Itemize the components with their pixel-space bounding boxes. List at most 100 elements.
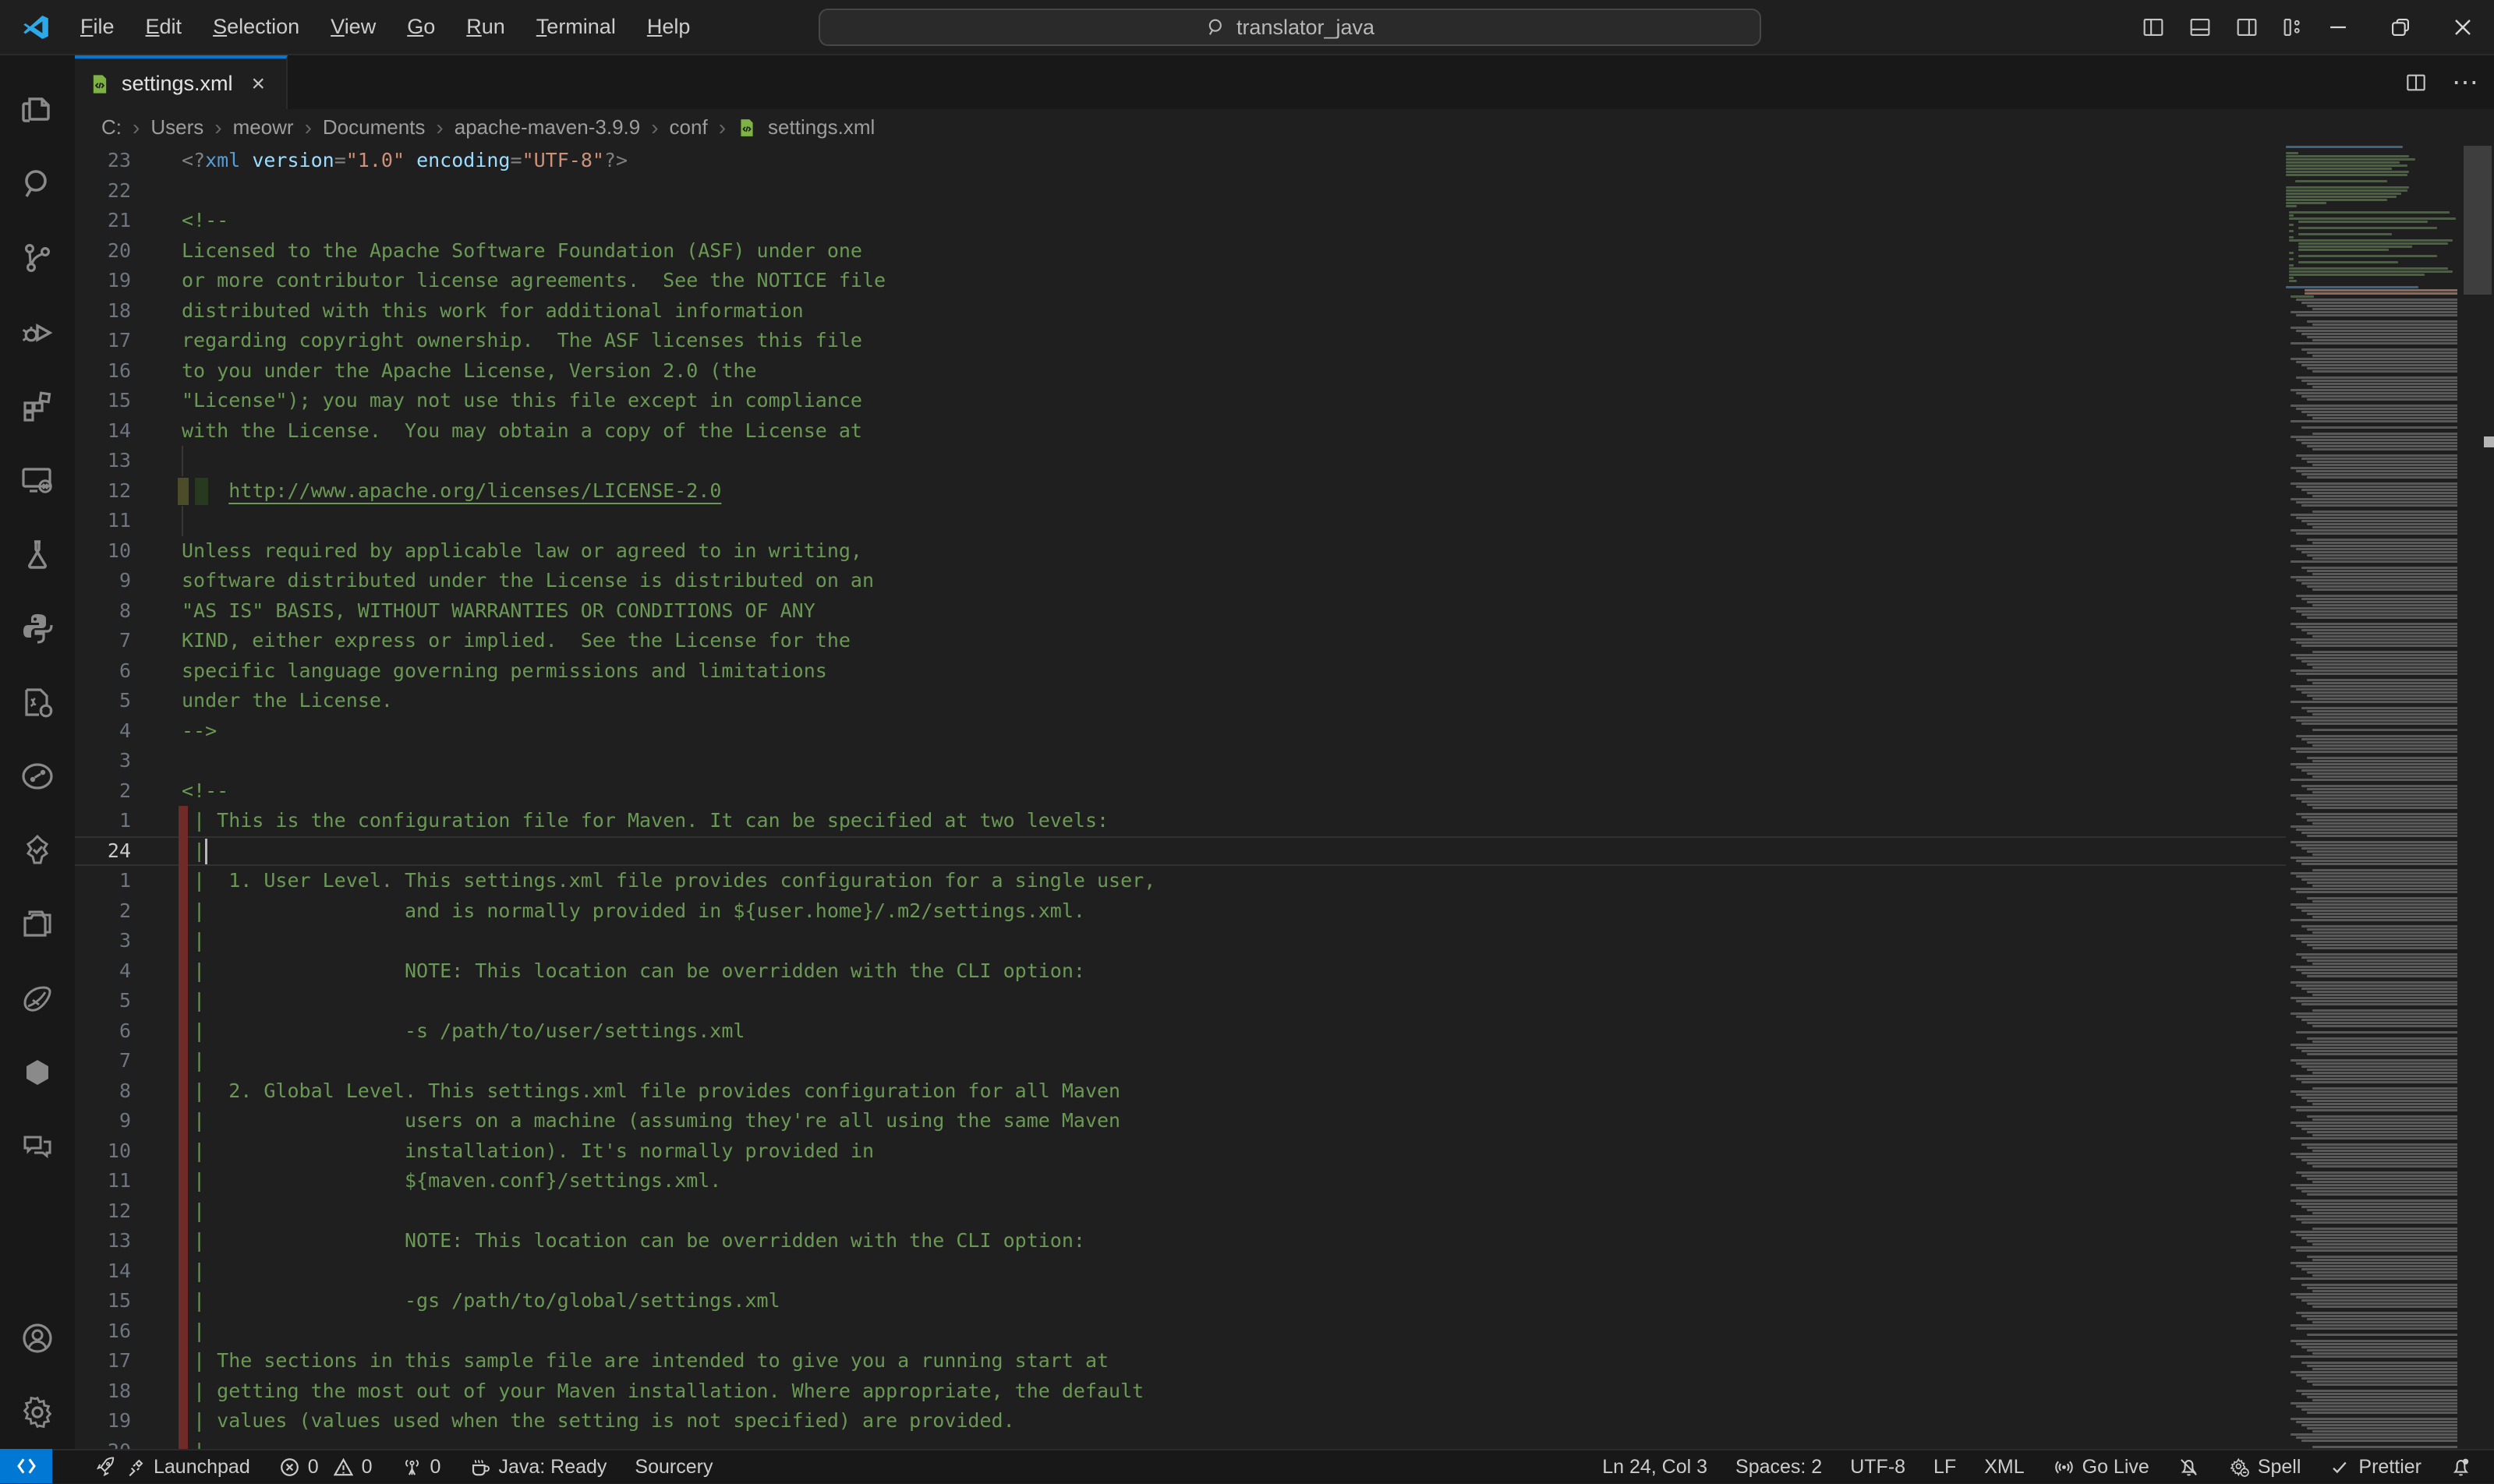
code-line[interactable]: 5 | — [75, 986, 2286, 1016]
code-line[interactable]: 4 | NOTE: This location can be overridde… — [75, 956, 2286, 987]
code-line[interactable]: 21<!-- — [75, 206, 2286, 236]
status-item-language-mode[interactable]: XML — [1970, 1450, 2038, 1484]
code-line[interactable]: 6specific language governing permissions… — [75, 656, 2286, 687]
code-line[interactable]: 6 | -s /path/to/user/settings.xml — [75, 1016, 2286, 1047]
activity-item-python[interactable] — [0, 591, 75, 665]
code-line[interactable]: 13 — [75, 446, 2286, 476]
code-line[interactable]: 3 | — [75, 926, 2286, 956]
scrollbar-thumb[interactable] — [2464, 146, 2492, 295]
activity-item-hexagon[interactable] — [0, 1035, 75, 1109]
code-line[interactable]: 2<!-- — [75, 776, 2286, 807]
code-line[interactable]: 7 | — [75, 1046, 2286, 1076]
editor-scrollbar[interactable] — [2457, 146, 2494, 1449]
activity-item-search[interactable] — [0, 147, 75, 221]
menu-go[interactable]: Go — [394, 9, 448, 45]
status-item-sourcery[interactable]: Sourcery — [621, 1450, 727, 1484]
code-line[interactable]: 12 http://www.apache.org/licenses/LICENS… — [75, 476, 2286, 507]
breadcrumb-file[interactable]: settings.xml — [768, 115, 875, 140]
menu-view[interactable]: View — [317, 9, 389, 45]
code-line[interactable]: 17regarding copyright ownership. The ASF… — [75, 326, 2286, 356]
activity-item-remote-explorer[interactable] — [0, 443, 75, 517]
command-center-search[interactable]: translator_java — [819, 9, 1761, 46]
status-item-encoding[interactable]: UTF-8 — [1836, 1450, 1919, 1484]
activity-item-run-debug[interactable] — [0, 295, 75, 369]
code-line-current[interactable]: 24 | — [75, 836, 2286, 867]
code-line[interactable]: 3 — [75, 746, 2286, 776]
activity-item-sourcery[interactable] — [0, 961, 75, 1035]
menu-edit[interactable]: Edit — [133, 9, 196, 45]
code-line[interactable]: 18distributed with this work for additio… — [75, 296, 2286, 327]
code-line[interactable]: 19or more contributor license agreements… — [75, 266, 2286, 296]
menu-terminal[interactable]: Terminal — [523, 9, 629, 45]
license-url-link[interactable]: http://www.apache.org/licenses/LICENSE-2… — [228, 479, 721, 502]
code-line[interactable]: 20Licensed to the Apache Software Founda… — [75, 236, 2286, 267]
remote-indicator[interactable] — [0, 1449, 52, 1483]
activity-item-account[interactable] — [0, 1301, 75, 1375]
code-line[interactable]: 10 | installation). It's normally provid… — [75, 1136, 2286, 1167]
status-item-prettier[interactable]: Prettier — [2315, 1450, 2436, 1484]
activity-item-live-share[interactable] — [0, 739, 75, 813]
code-line[interactable]: 1 | This is the configuration file for M… — [75, 806, 2286, 836]
code-line[interactable]: 9 | users on a machine (assuming they're… — [75, 1106, 2286, 1136]
activity-item-comments[interactable] — [0, 1109, 75, 1183]
editor-more-actions-icon[interactable]: ⋯ — [2452, 67, 2480, 98]
code-line[interactable]: 13 | NOTE: This location can be overridd… — [75, 1226, 2286, 1256]
code-line[interactable]: 4--> — [75, 716, 2286, 747]
status-item-ports[interactable]: 0 — [387, 1450, 455, 1484]
status-item-mute-notifications[interactable] — [2163, 1450, 2214, 1484]
code-line[interactable]: 14with the License. You may obtain a cop… — [75, 416, 2286, 447]
toggle-secondary-sidebar-icon[interactable] — [2234, 14, 2260, 41]
breadcrumb-item[interactable]: C: — [101, 115, 122, 140]
code-line[interactable]: 2 | and is normally provided in ${user.h… — [75, 896, 2286, 927]
code-line[interactable]: 10Unless required by applicable law or a… — [75, 536, 2286, 567]
activity-item-java-project[interactable] — [0, 665, 75, 739]
activity-item-explorer[interactable] — [0, 72, 75, 147]
code-line[interactable]: 19 | values (values used when the settin… — [75, 1406, 2286, 1436]
code-line[interactable]: 5under the License. — [75, 686, 2286, 716]
code-line[interactable]: 16 | — [75, 1316, 2286, 1347]
breadcrumb-item[interactable]: Documents — [323, 115, 426, 140]
code-line[interactable]: 12 | — [75, 1196, 2286, 1227]
code-line[interactable]: 20 | — [75, 1436, 2286, 1450]
code-line[interactable]: 18 | getting the most out of your Maven … — [75, 1376, 2286, 1407]
breadcrumb-item[interactable]: conf — [670, 115, 708, 140]
split-editor-icon[interactable] — [2404, 70, 2429, 95]
code-line[interactable]: 17 | The sections in this sample file ar… — [75, 1346, 2286, 1376]
toggle-primary-sidebar-icon[interactable] — [2140, 14, 2167, 41]
code-line[interactable]: 8"AS IS" BASIS, WITHOUT WARRANTIES OR CO… — [75, 596, 2286, 627]
breadcrumb-item[interactable]: apache-maven-3.9.9 — [455, 115, 640, 140]
tab-settings-xml[interactable]: settings.xml × — [75, 55, 288, 109]
menu-help[interactable]: Help — [634, 9, 704, 45]
status-item-cursor-position[interactable]: Ln 24, Col 3 — [1588, 1450, 1721, 1484]
activity-item-source-control[interactable] — [0, 221, 75, 295]
code-line[interactable]: 22 — [75, 176, 2286, 207]
status-item-notifications[interactable] — [2436, 1450, 2486, 1484]
code-line[interactable]: 14 | — [75, 1256, 2286, 1287]
code-line[interactable]: 15 | -gs /path/to/global/settings.xml — [75, 1286, 2286, 1316]
status-item-spell[interactable]: Spell — [2214, 1450, 2315, 1484]
code-line[interactable]: 23<?xml version="1.0" encoding="UTF-8"?> — [75, 146, 2286, 176]
status-item-indentation[interactable]: Spaces: 2 — [1721, 1450, 1836, 1484]
status-item-launchpad[interactable]: Launchpad — [80, 1450, 264, 1484]
code-line[interactable]: 8 | 2. Global Level. This settings.xml f… — [75, 1076, 2286, 1107]
menu-selection[interactable]: Selection — [200, 9, 313, 45]
minimap[interactable] — [2286, 146, 2457, 1449]
code-editor[interactable]: 23<?xml version="1.0" encoding="UTF-8"?>… — [75, 146, 2286, 1449]
code-line[interactable]: 11 | ${maven.conf}/settings.xml. — [75, 1166, 2286, 1196]
breadcrumb-item[interactable]: Users — [150, 115, 203, 140]
status-item-problems[interactable]: 00 — [264, 1450, 387, 1484]
menu-run[interactable]: Run — [453, 9, 518, 45]
restore-button[interactable] — [2369, 0, 2432, 54]
code-line[interactable]: 7KIND, either express or implied. See th… — [75, 626, 2286, 656]
close-button[interactable] — [2432, 0, 2494, 54]
tab-close-icon[interactable]: × — [252, 71, 266, 97]
activity-item-testing[interactable] — [0, 517, 75, 591]
code-line[interactable]: 1 | 1. User Level. This settings.xml fil… — [75, 866, 2286, 896]
code-line[interactable]: 9software distributed under the License … — [75, 566, 2286, 596]
code-line[interactable]: 11 — [75, 506, 2286, 536]
code-line[interactable]: 15"License"); you may not use this file … — [75, 386, 2286, 416]
status-item-eol[interactable]: LF — [1919, 1450, 1970, 1484]
toggle-panel-icon[interactable] — [2187, 14, 2213, 41]
minimize-button[interactable] — [2307, 0, 2369, 54]
menu-file[interactable]: File — [67, 9, 128, 45]
